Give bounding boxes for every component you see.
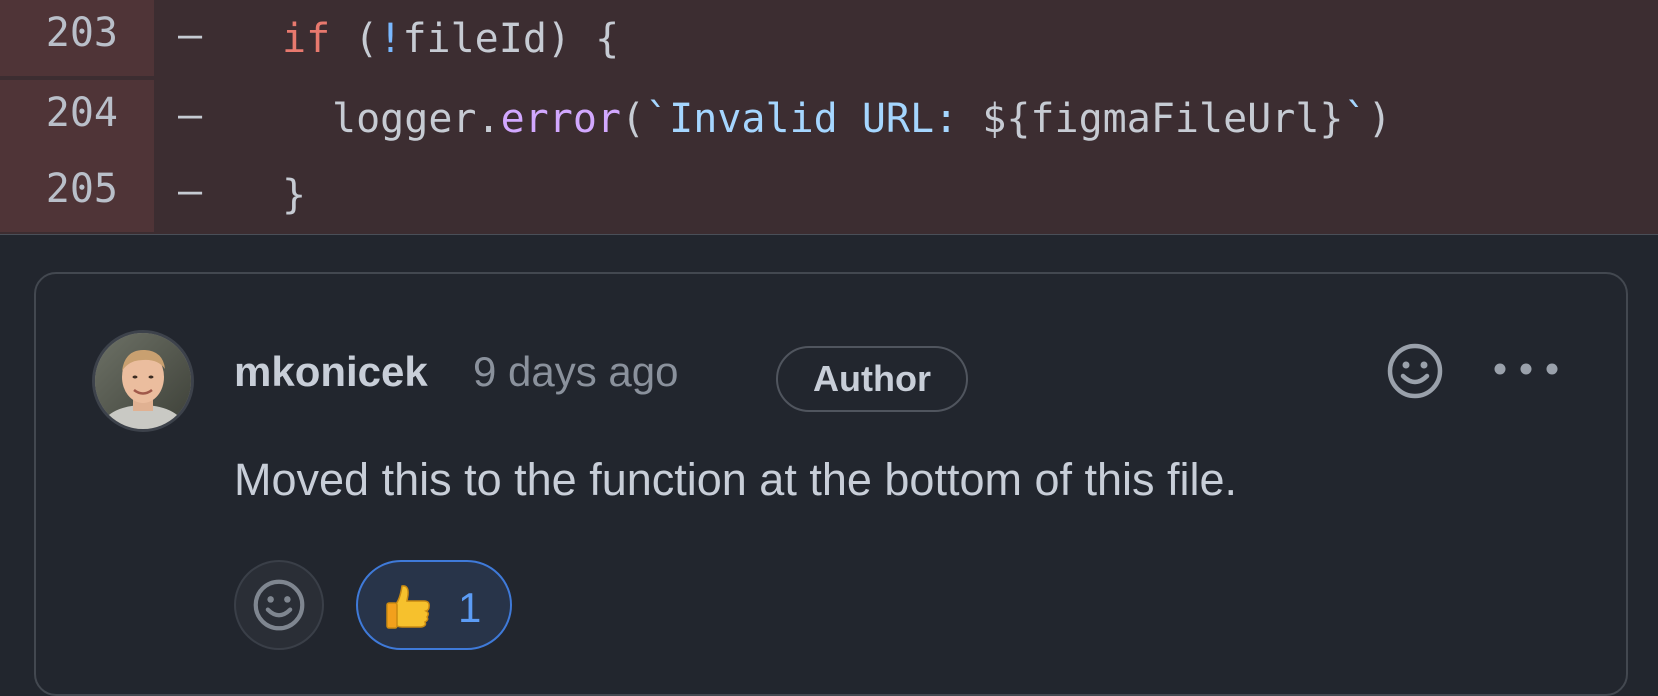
review-comment: mkonicek 9 days ago Author Moved this to… <box>34 272 1628 696</box>
diff-view: 203 – if (!fileId) { 204 – logger.error(… <box>0 0 1658 235</box>
smiley-icon <box>253 579 305 631</box>
reaction-count: 1 <box>458 584 482 631</box>
code-token: } <box>282 172 307 218</box>
code-token: ${figmaFileUrl} <box>982 96 1344 142</box>
code-token: ` <box>1343 96 1368 142</box>
comment-body: Moved this to the function at the bottom… <box>234 454 1238 505</box>
avatar[interactable] <box>92 330 194 432</box>
code-line: if (!fileId) { <box>282 16 619 62</box>
comment-timestamp[interactable]: 9 days ago <box>473 348 679 396</box>
diff-line: 203 – if (!fileId) { <box>0 0 1658 76</box>
deletion-marker: – <box>178 168 203 214</box>
line-gutter[interactable]: 203 <box>0 0 154 76</box>
author-badge: Author <box>776 346 968 412</box>
code-token: logger. <box>332 96 501 142</box>
code-token: if <box>282 16 355 62</box>
code-line: } <box>282 172 306 218</box>
code-token: error <box>500 96 621 142</box>
line-gutter[interactable]: 205 <box>0 156 154 232</box>
code-token: ( <box>354 16 379 62</box>
code-token: ! <box>378 16 403 62</box>
line-number: 205 <box>45 166 118 212</box>
diff-line: 204 – logger.error(`Invalid URL: ${figma… <box>0 80 1658 156</box>
code-token: ) <box>1367 96 1392 142</box>
line-number: 203 <box>45 10 118 56</box>
add-reaction-smiley-icon[interactable] <box>1386 342 1444 400</box>
diff-line: 205 – } <box>0 156 1658 232</box>
line-number: 204 <box>45 90 118 136</box>
comment-author[interactable]: mkonicek <box>234 348 428 396</box>
code-line: logger.error(`Invalid URL: ${figmaFileUr… <box>332 96 1392 142</box>
code-token: ( <box>621 96 646 142</box>
thumbs-up-reaction[interactable]: 1 <box>356 560 512 650</box>
deletion-marker: – <box>178 12 203 58</box>
add-reaction-button[interactable] <box>234 560 324 650</box>
more-options-icon[interactable] <box>1491 354 1561 384</box>
code-token: fileId) { <box>402 16 620 62</box>
line-gutter[interactable]: 204 <box>0 80 154 156</box>
avatar-photo <box>95 333 191 429</box>
code-token: `Invalid URL: <box>645 96 983 142</box>
deletion-marker: – <box>178 92 203 138</box>
thumbs-up-icon <box>386 585 430 629</box>
